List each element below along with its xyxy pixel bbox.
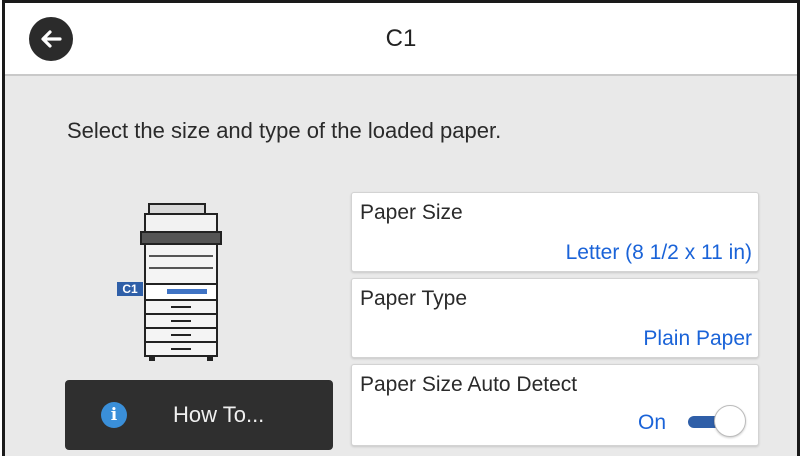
paper-type-value: Plain Paper (643, 327, 752, 350)
auto-detect-label: Paper Size Auto Detect (360, 373, 578, 396)
paper-size-setting[interactable]: Paper Size Letter (8 1/2 x 11 in) (351, 192, 759, 272)
toggle-thumb (714, 405, 746, 437)
paper-type-label: Paper Type (360, 287, 468, 310)
printer-icon: C1 (117, 203, 222, 361)
how-to-label: How To... (173, 402, 265, 427)
how-to-button[interactable]: i How To... (65, 380, 333, 450)
auto-detect-toggle[interactable] (686, 405, 746, 439)
info-icon: i (101, 402, 127, 428)
tray-c1-label: C1 (122, 282, 138, 296)
printer-panel-screen: C1 Select the size and type of the loade… (2, 0, 800, 456)
instruction-text: Select the size and type of the loaded p… (67, 118, 502, 143)
paper-type-setting[interactable]: Paper Type Plain Paper (351, 278, 759, 358)
paper-size-value: Letter (8 1/2 x 11 in) (565, 241, 752, 264)
auto-detect-state: On (637, 411, 666, 434)
header-bar: C1 (5, 0, 797, 76)
paper-size-auto-detect-setting[interactable]: Paper Size Auto Detect On (351, 364, 759, 446)
paper-size-label: Paper Size (360, 201, 463, 224)
page-title: C1 (385, 25, 417, 52)
